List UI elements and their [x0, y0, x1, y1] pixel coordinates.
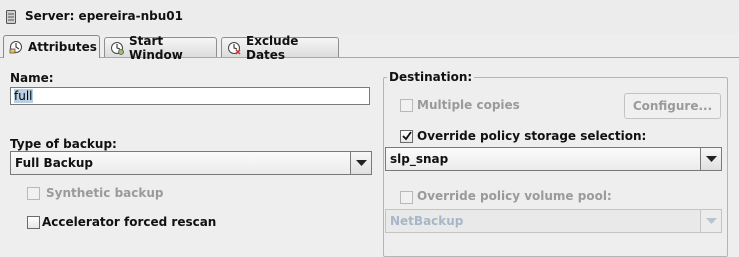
start-window-tab-icon [111, 41, 124, 55]
accelerator-rescan-label: Accelerator forced rescan [42, 215, 217, 229]
tab-exclude-dates-label: Exclude Dates [246, 33, 299, 62]
tab-attributes-label: Attributes [28, 40, 97, 54]
storage-dropdown-button[interactable] [700, 148, 721, 170]
backup-type-dropdown-button[interactable] [350, 152, 371, 174]
tab-start-window-label: Start Window [129, 33, 183, 62]
accelerator-rescan-checkbox[interactable] [27, 216, 40, 229]
tab-exclude-dates[interactable]: Exclude Dates [221, 34, 339, 62]
attributes-tab-icon [9, 41, 22, 54]
chevron-down-icon [355, 159, 367, 166]
exclude-dates-tab-icon [228, 41, 241, 54]
backup-type-value: Full Backup [15, 156, 94, 170]
synthetic-backup-label: Synthetic backup [46, 186, 164, 200]
backup-type-select[interactable]: Full Backup [10, 151, 372, 175]
multiple-copies-checkbox[interactable] [400, 99, 413, 112]
backup-type-label: Type of backup: [10, 137, 117, 151]
override-volume-pool-label: Override policy volume pool: [417, 189, 612, 203]
override-volume-pool-checkbox[interactable] [400, 191, 413, 204]
override-storage-label: Override policy storage selection: [417, 129, 647, 143]
tab-start-window[interactable]: Start Window [104, 34, 217, 62]
server-title: Server: epereira-nbu01 [25, 9, 183, 23]
check-icon [402, 131, 412, 141]
storage-value: slp_snap [390, 152, 449, 166]
synthetic-backup-checkbox[interactable] [27, 187, 40, 200]
server-icon [6, 10, 16, 24]
configure-button[interactable]: Configure... [624, 93, 721, 119]
name-field[interactable]: full [10, 87, 370, 105]
destination-title: Destination: [387, 70, 475, 84]
chevron-down-icon [705, 155, 717, 162]
override-storage-checkbox[interactable] [400, 130, 413, 143]
name-field-value: full [14, 89, 33, 103]
volume-pool-value: NetBackup [390, 214, 464, 228]
name-label: Name: [10, 71, 54, 85]
tab-strip-border [0, 57, 739, 58]
tab-attributes[interactable]: Attributes [3, 35, 100, 58]
volume-pool-dropdown-button[interactable] [700, 210, 721, 232]
multiple-copies-label: Multiple copies [417, 98, 520, 112]
chevron-down-icon [705, 217, 717, 224]
volume-pool-select[interactable]: NetBackup [385, 209, 722, 233]
storage-select[interactable]: slp_snap [385, 147, 722, 171]
